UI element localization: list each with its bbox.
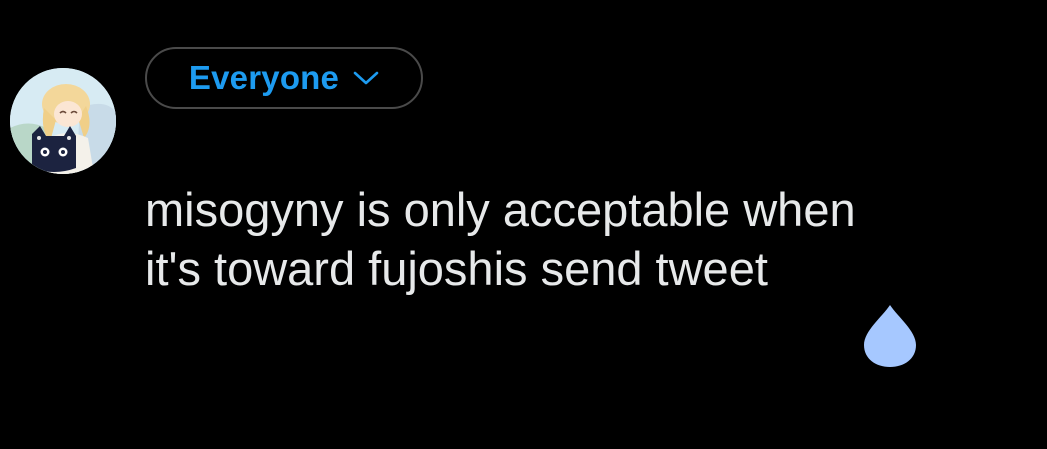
chevron-down-icon: [353, 71, 379, 85]
avatar[interactable]: [10, 68, 116, 174]
audience-label: Everyone: [188, 59, 340, 96]
tweet-text-input[interactable]: misogyny is only acceptable when it's to…: [145, 180, 1005, 298]
avatar-image: [10, 68, 116, 174]
audience-selector-button[interactable]: Everyone: [145, 47, 423, 109]
water-drop-icon: [864, 305, 916, 367]
